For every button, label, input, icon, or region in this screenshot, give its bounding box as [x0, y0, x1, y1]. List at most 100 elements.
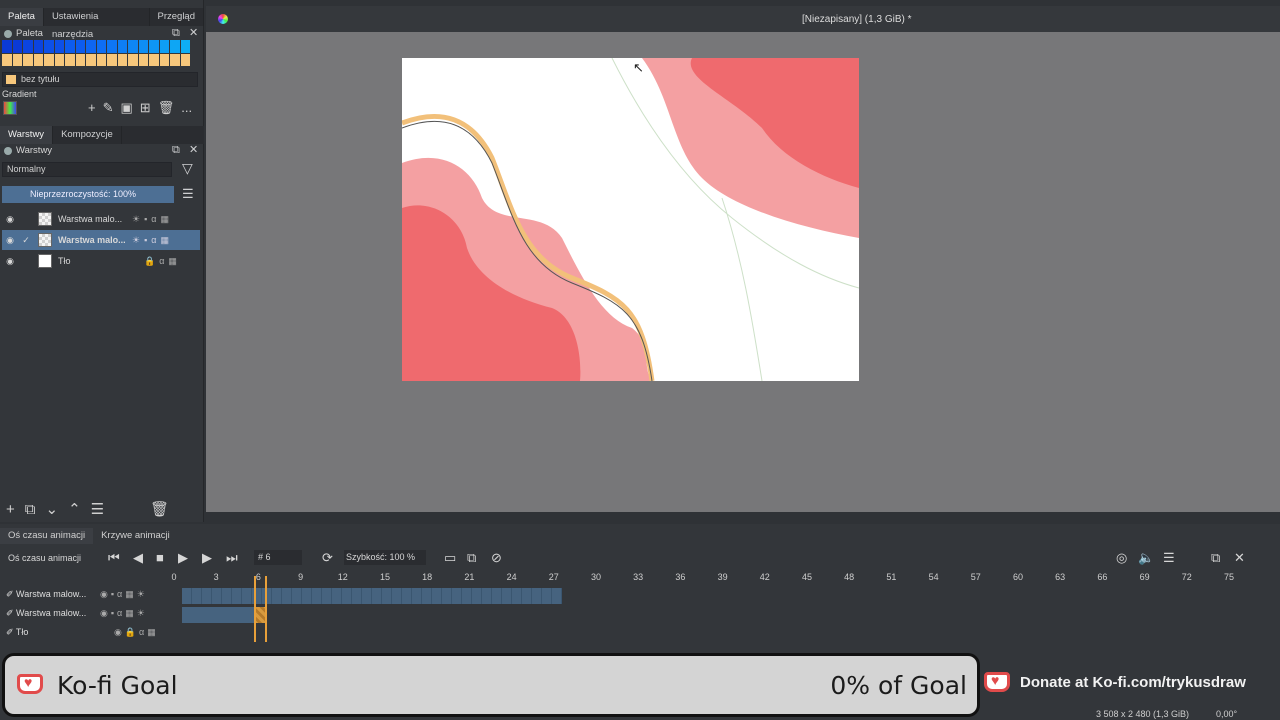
frame-cell[interactable] — [412, 588, 422, 604]
filter-icon[interactable]: ▽ — [182, 161, 193, 175]
palette-swatch[interactable] — [138, 40, 148, 53]
tab-compositions[interactable]: Kompozycje — [53, 126, 122, 144]
timeline-row[interactable]: ✐ Warstwa malow... ◉▪α▦☀ — [0, 605, 1260, 624]
frame-cell[interactable] — [222, 588, 232, 604]
frame-cell[interactable] — [302, 588, 312, 604]
frame-cell[interactable] — [432, 588, 442, 604]
frame-cell[interactable] — [442, 588, 452, 604]
palette-swatch[interactable] — [12, 40, 22, 53]
palette-name-select[interactable]: bez tytułu — [2, 72, 198, 87]
tab-animation-timeline[interactable]: Oś czasu animacji — [0, 528, 94, 544]
frame-cell[interactable] — [332, 588, 342, 604]
palette-swatch[interactable] — [86, 40, 96, 53]
palette-swatch[interactable] — [128, 53, 138, 66]
playhead-right[interactable] — [265, 576, 267, 642]
row-flags-icons[interactable]: ◉▪α▦☀ — [100, 608, 148, 619]
last-frame-icon[interactable]: ⏭ — [226, 550, 238, 566]
frame-cell[interactable] — [272, 588, 282, 604]
layer-flags-icons[interactable]: ☀▪α▦ — [132, 214, 173, 225]
layer-row[interactable]: ◉ Warstwa malo... ☀▪α▦ — [2, 209, 200, 229]
delete-icon[interactable]: 🗑 — [158, 100, 175, 116]
palette-swatch[interactable] — [159, 40, 169, 53]
palette-swatch[interactable] — [117, 40, 127, 53]
frame-cell[interactable] — [512, 588, 522, 604]
frame-ruler[interactable]: 0 3 6 9 12 15 18 21 24 27 30 33 36 39 42 45 48 51 54 57 60 63… — [166, 572, 1260, 584]
kofi-donate[interactable]: Donate at Ko-fi.com/trykusdraw — [984, 672, 1246, 692]
palette-swatches[interactable] — [2, 40, 190, 66]
palette-swatch[interactable] — [149, 40, 159, 53]
frame-cell[interactable] — [242, 588, 252, 604]
palette-swatch[interactable] — [107, 53, 117, 66]
frame-cell[interactable] — [312, 588, 322, 604]
close-icon[interactable]: ✕ — [189, 27, 198, 39]
frame-cell[interactable] — [212, 588, 222, 604]
palette-swatch[interactable] — [33, 40, 43, 53]
frame-cell[interactable] — [552, 588, 562, 604]
palette-swatch[interactable] — [44, 53, 54, 66]
layer-flags-icons[interactable]: ☀▪α▦ — [132, 235, 173, 246]
layer-properties-icon[interactable]: ☰ — [91, 500, 104, 518]
tab-overview[interactable]: Przegląd — [150, 8, 204, 26]
timeline-row[interactable]: ✐ Tło ◉🔒α▦ — [0, 624, 1260, 643]
palette-grid-icon[interactable] — [3, 101, 17, 115]
frame-cell[interactable] — [502, 588, 512, 604]
frame-strip[interactable] — [182, 588, 562, 604]
speed-input[interactable]: Szybkość: 100 % — [344, 550, 426, 565]
layer-lock-icons[interactable]: 🔒α▦ — [144, 256, 181, 267]
frame-cell[interactable] — [532, 588, 542, 604]
palette-swatch[interactable] — [180, 40, 190, 53]
playhead-left[interactable] — [254, 576, 256, 642]
frame-number-input[interactable]: # 6 — [254, 550, 302, 565]
grid-icon[interactable]: ⊞ — [140, 100, 151, 116]
document-title[interactable]: [Niezapisany] (1,3 GiB) * — [802, 14, 912, 25]
prev-frame-icon[interactable]: ◀ — [133, 550, 143, 566]
palette-swatch[interactable] — [117, 53, 127, 66]
add-swatch-icon[interactable]: + — [88, 100, 96, 116]
frame-cell[interactable] — [232, 588, 242, 604]
loop-icon[interactable]: ⟳ — [322, 550, 333, 566]
next-frame-icon[interactable]: ▶ — [202, 550, 212, 566]
frame-cell[interactable] — [452, 588, 462, 604]
frame-cell[interactable] — [382, 588, 392, 604]
tab-animation-curves[interactable]: Krzywe animacji — [93, 528, 178, 544]
frame-cell[interactable] — [392, 588, 402, 604]
drop-frames-icon[interactable]: ⊘ — [491, 550, 502, 566]
timeline-float-icon[interactable]: ⧉ — [1211, 550, 1220, 566]
palette-swatch[interactable] — [33, 53, 43, 66]
row-flags-icons[interactable]: ◉🔒α▦ — [114, 627, 159, 638]
frame-cell[interactable] — [542, 588, 552, 604]
palette-swatch[interactable] — [65, 40, 75, 53]
palette-swatch[interactable] — [138, 53, 148, 66]
float-icon[interactable]: ⧉ — [172, 27, 180, 39]
eye-icon[interactable]: ◉ — [2, 256, 18, 267]
menu-icon[interactable]: ☰ — [182, 187, 194, 200]
timeline-close-icon[interactable]: ✕ — [1234, 550, 1245, 566]
palette-swatch[interactable] — [54, 40, 64, 53]
eye-icon[interactable]: ◉ — [2, 235, 18, 246]
timeline-row[interactable]: ✐ Warstwa malow... ◉▪α▦☀ — [0, 586, 1260, 605]
palette-swatch[interactable] — [96, 53, 106, 66]
more-button[interactable]: ... — [181, 100, 192, 116]
play-icon[interactable]: ▶ — [178, 550, 188, 566]
frame-cell[interactable] — [352, 588, 362, 604]
palette-swatch[interactable] — [12, 53, 22, 66]
layers-float-icon[interactable]: ⧉ — [172, 144, 180, 156]
frame-cell[interactable] — [342, 588, 352, 604]
frame-cell[interactable] — [522, 588, 532, 604]
palette-swatch[interactable] — [96, 40, 106, 53]
palette-swatch[interactable] — [180, 53, 190, 66]
frame-cell[interactable] — [472, 588, 482, 604]
palette-swatch[interactable] — [75, 40, 85, 53]
palette-swatch[interactable] — [149, 53, 159, 66]
palette-swatch[interactable] — [54, 53, 64, 66]
onion-skin-icon[interactable]: ◎ — [1116, 550, 1127, 566]
palette-swatch[interactable] — [65, 53, 75, 66]
palette-swatch[interactable] — [2, 40, 12, 53]
tab-tool-options[interactable]: Ustawienia narzędzia — [44, 8, 150, 40]
frame-cell[interactable] — [322, 588, 332, 604]
frame-strip[interactable] — [182, 607, 254, 623]
tab-layers[interactable]: Warstwy — [0, 126, 54, 144]
audio-icon[interactable]: 🔈 — [1138, 550, 1154, 566]
layer-row-selected[interactable]: ◉ ✓ Warstwa malo... ☀▪α▦ — [2, 230, 200, 250]
frame-box-icon[interactable]: ▭ — [444, 550, 456, 566]
